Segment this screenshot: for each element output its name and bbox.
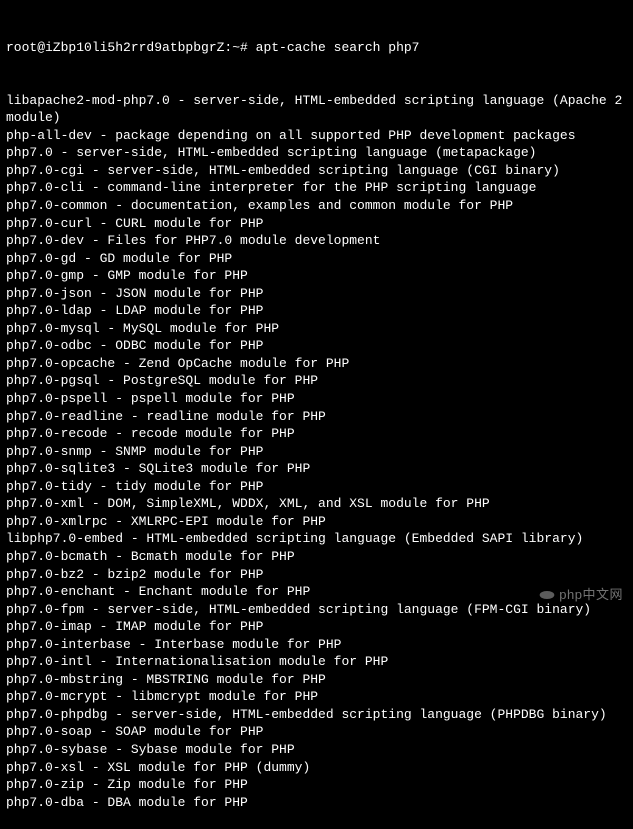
output-line: php7.0-xmlrpc - XMLRPC-EPI module for PH… bbox=[6, 513, 627, 531]
output-line: php7.0-imap - IMAP module for PHP bbox=[6, 618, 627, 636]
output-line: php7.0-json - JSON module for PHP bbox=[6, 285, 627, 303]
output-line: php7.0-recode - recode module for PHP bbox=[6, 425, 627, 443]
output-line: php7.0-bcmath - Bcmath module for PHP bbox=[6, 548, 627, 566]
output-line: php7.0-mcrypt - libmcrypt module for PHP bbox=[6, 688, 627, 706]
output-line: php7.0-gmp - GMP module for PHP bbox=[6, 267, 627, 285]
php-logo-icon bbox=[539, 587, 555, 603]
output-line: php7.0-sybase - Sybase module for PHP bbox=[6, 741, 627, 759]
output-line: php7.0-intl - Internationalisation modul… bbox=[6, 653, 627, 671]
output-line: php7.0-curl - CURL module for PHP bbox=[6, 215, 627, 233]
output-line: php7.0-cli - command-line interpreter fo… bbox=[6, 179, 627, 197]
output-line: php7.0-pspell - pspell module for PHP bbox=[6, 390, 627, 408]
output-line: php7.0-odbc - ODBC module for PHP bbox=[6, 337, 627, 355]
output-line: php7.0-common - documentation, examples … bbox=[6, 197, 627, 215]
output-line: php7.0-zip - Zip module for PHP bbox=[6, 776, 627, 794]
output-line: php7.0-sqlite3 - SQLite3 module for PHP bbox=[6, 460, 627, 478]
output-line: php7.0-enchant - Enchant module for PHP bbox=[6, 583, 627, 601]
output-line: php7.0-bz2 - bzip2 module for PHP bbox=[6, 566, 627, 584]
output-line: php7.0-pgsql - PostgreSQL module for PHP bbox=[6, 372, 627, 390]
output-line: php7.0-snmp - SNMP module for PHP bbox=[6, 443, 627, 461]
output-line: php-all-dev - package depending on all s… bbox=[6, 127, 627, 145]
output-line: php7.0-tidy - tidy module for PHP bbox=[6, 478, 627, 496]
output-line: libapache2-mod-php7.0 - server-side, HTM… bbox=[6, 92, 627, 127]
output-line: php7.0-dev - Files for PHP7.0 module dev… bbox=[6, 232, 627, 250]
watermark-text: php中文网 bbox=[559, 586, 623, 604]
output-line: php7.0 - server-side, HTML-embedded scri… bbox=[6, 144, 627, 162]
output-line: php7.0-cgi - server-side, HTML-embedded … bbox=[6, 162, 627, 180]
output-line: php7.0-xsl - XSL module for PHP (dummy) bbox=[6, 759, 627, 777]
output-lines: libapache2-mod-php7.0 - server-side, HTM… bbox=[6, 92, 627, 811]
output-line: php7.0-gd - GD module for PHP bbox=[6, 250, 627, 268]
output-line: php7.0-interbase - Interbase module for … bbox=[6, 636, 627, 654]
output-line: php7.0-mbstring - MBSTRING module for PH… bbox=[6, 671, 627, 689]
output-line: php7.0-dba - DBA module for PHP bbox=[6, 794, 627, 812]
output-line: php7.0-readline - readline module for PH… bbox=[6, 408, 627, 426]
output-line: php7.0-soap - SOAP module for PHP bbox=[6, 723, 627, 741]
terminal-output[interactable]: root@iZbp10li5h2rrd9atbpbgrZ:~# apt-cach… bbox=[6, 4, 627, 829]
shell-prompt: root@iZbp10li5h2rrd9atbpbgrZ:~# apt-cach… bbox=[6, 39, 627, 57]
output-line: php7.0-opcache - Zend OpCache module for… bbox=[6, 355, 627, 373]
output-line: php7.0-mysql - MySQL module for PHP bbox=[6, 320, 627, 338]
output-line: libphp7.0-embed - HTML-embedded scriptin… bbox=[6, 530, 627, 548]
watermark: php中文网 bbox=[539, 586, 623, 604]
output-line: php7.0-ldap - LDAP module for PHP bbox=[6, 302, 627, 320]
output-line: php7.0-phpdbg - server-side, HTML-embedd… bbox=[6, 706, 627, 724]
output-line: php7.0-xml - DOM, SimpleXML, WDDX, XML, … bbox=[6, 495, 627, 513]
